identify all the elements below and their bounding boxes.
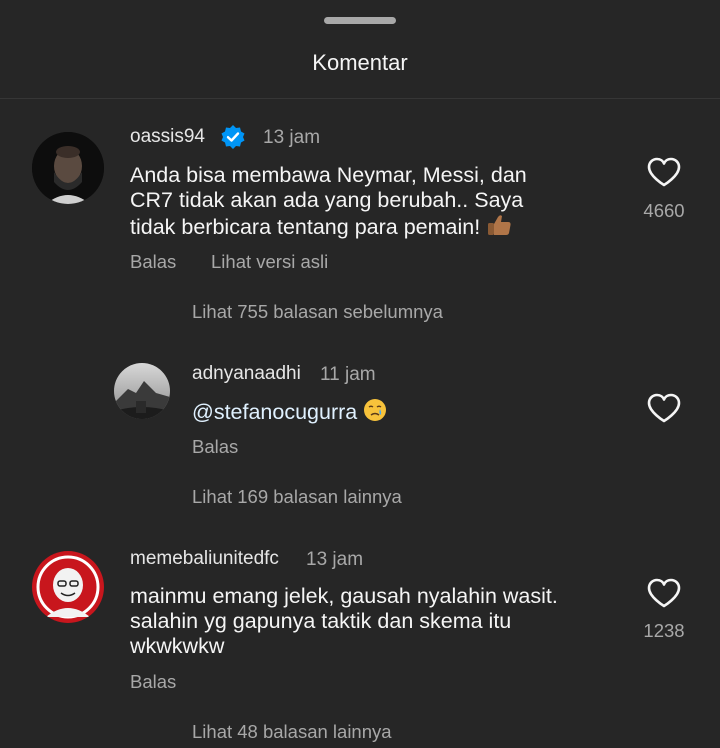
like-heart-icon[interactable] [647, 157, 681, 187]
comment-text-line: wkwkwkw [130, 634, 225, 658]
avatar-adnyanaadhi[interactable] [114, 363, 170, 419]
comments-sheet: Komentar oassis94 13 jam Anda bisa memba… [0, 0, 720, 748]
reply-time: 11 jam [320, 364, 376, 385]
mention-link[interactable]: @stefanocugurra [192, 400, 357, 424]
reply-username[interactable]: adnyanaadhi [192, 363, 301, 385]
like-count: 4660 [643, 200, 685, 221]
comment-text: mainmu emang jelek, gausah nyalahin wasi… [130, 584, 610, 659]
like-heart-icon[interactable] [647, 393, 681, 423]
see-original-button[interactable]: Lihat versi asli [211, 251, 328, 273]
comment-time: 13 jam [263, 127, 321, 148]
avatar-oassis94[interactable] [32, 132, 104, 204]
view-more-replies[interactable]: Lihat 169 balasan lainnya [192, 486, 402, 508]
comment-text-line: tidak berbicara tentang para pemain! [130, 213, 600, 240]
reply-button[interactable]: Balas [130, 251, 176, 273]
comment-text-line: mainmu emang jelek, gausah nyalahin wasi… [130, 584, 558, 608]
comment-username[interactable]: memebaliunitedfc [130, 548, 279, 570]
avatar-memebaliunitedfc[interactable] [32, 551, 104, 623]
comment-text-line-content: tidak berbicara tentang para pemain! [130, 215, 481, 239]
comment-text-line: salahin yg gapunya taktik dan skema itu [130, 609, 512, 633]
reply-button[interactable]: Balas [192, 436, 238, 458]
like-count: 1238 [643, 620, 685, 641]
reply-button[interactable]: Balas [130, 671, 176, 693]
comment-username[interactable]: oassis94 [130, 126, 205, 148]
comment-text-line: CR7 tidak akan ada yang berubah.. Saya [130, 188, 524, 212]
reply-text: @stefanocugurra [192, 398, 592, 425]
drag-handle[interactable] [324, 17, 396, 24]
sheet-title: Komentar [312, 50, 408, 75]
like-heart-icon[interactable] [647, 578, 681, 608]
crying-face-icon [364, 399, 387, 421]
header-divider [0, 98, 720, 99]
comment-text-line: Anda bisa membawa Neymar, Messi, dan [130, 163, 527, 187]
comment-text: Anda bisa membawa Neymar, Messi, dan CR7… [130, 163, 600, 240]
thumbs-up-icon [488, 215, 511, 235]
view-more-replies[interactable]: Lihat 48 balasan lainnya [192, 721, 392, 743]
view-previous-replies[interactable]: Lihat 755 balasan sebelumnya [192, 301, 443, 323]
comment-time: 13 jam [306, 549, 364, 570]
verified-badge-icon [221, 125, 245, 149]
